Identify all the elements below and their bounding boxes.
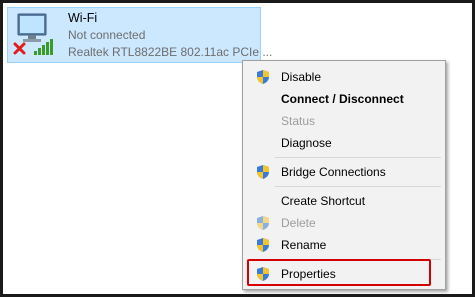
uac-shield-icon [257,70,269,84]
context-menu: Disable Connect / Disconnect Status Diag… [242,60,446,290]
menu-item-label: Connect / Disconnect [281,92,404,106]
adapter-status: Not connected [68,28,146,42]
menu-item-rename[interactable]: Rename [245,234,443,256]
menu-item-disable[interactable]: Disable [245,66,443,88]
menu-item-label: Disable [281,70,322,84]
menu-item-bridge-connections[interactable]: Bridge Connections [245,161,443,183]
network-adapter-icon [13,13,53,55]
uac-shield-icon [257,165,269,179]
menu-item-connect-disconnect[interactable]: Connect / Disconnect [245,88,443,110]
screenshot-frame: Wi-Fi Not connected Realtek RTL8822BE 80… [0,0,475,297]
menu-separator [275,157,441,158]
menu-item-status: Status [245,110,443,132]
menu-item-delete: Delete [245,212,443,234]
menu-item-label: Status [281,114,316,128]
menu-item-label: Rename [281,238,327,252]
adapter-details: Wi-Fi Not connected Realtek RTL8822BE 80… [68,10,272,61]
menu-separator [275,186,441,187]
adapter-device: Realtek RTL8822BE 802.11ac PCIe ... [68,45,273,59]
uac-shield-icon [257,216,269,230]
menu-item-label: Bridge Connections [281,165,386,179]
menu-item-create-shortcut[interactable]: Create Shortcut [245,190,443,212]
adapter-name: Wi-Fi [68,11,98,25]
menu-item-label: Diagnose [281,136,332,150]
menu-item-label: Delete [281,216,316,230]
menu-item-diagnose[interactable]: Diagnose [245,132,443,154]
uac-shield-icon [257,238,269,252]
wifi-adapter-tile[interactable]: Wi-Fi Not connected Realtek RTL8822BE 80… [7,7,272,63]
properties-highlight-box [247,259,431,286]
menu-item-label: Create Shortcut [281,194,366,208]
disconnected-x-icon [13,42,26,55]
